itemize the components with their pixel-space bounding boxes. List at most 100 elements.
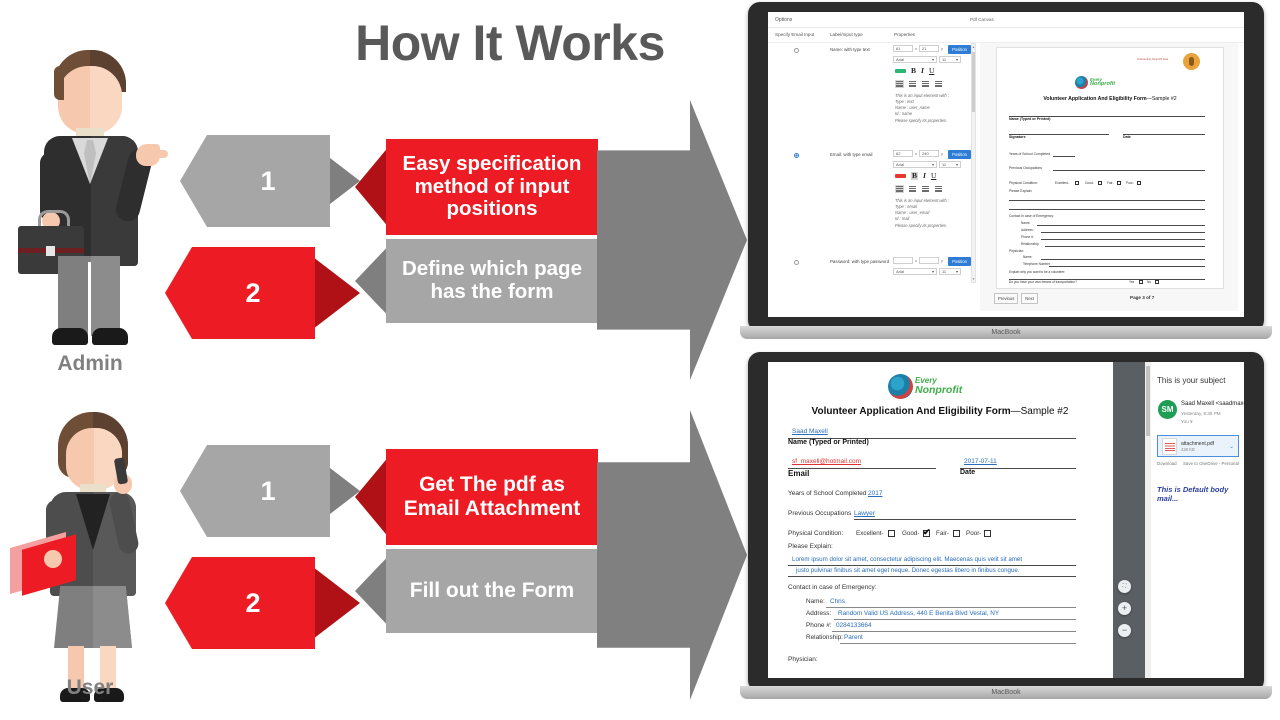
chevron-down-icon: ▾ [931, 57, 934, 62]
row-email-color-swatch[interactable] [895, 173, 906, 178]
viewer-emergency-relationship-line [840, 643, 1076, 644]
user-step-1-band[interactable]: Get The pdf as Email Attachment [386, 449, 598, 545]
row-email-radio[interactable] [794, 153, 799, 158]
pdf-doc-title-suffix: —Sample #2 [1146, 96, 1177, 102]
previous-page-button[interactable]: Previous [994, 293, 1019, 304]
pdf-checkbox-poor[interactable] [1137, 181, 1141, 185]
pdf-canvas-pane: Outstanding Nonprofit Seal Every Nonprof… [980, 43, 1238, 311]
viewer-checkbox-poor[interactable] [984, 530, 991, 537]
mail-download-link[interactable]: Download [1157, 461, 1177, 466]
admin-step-1-number-shape[interactable]: 1 [180, 135, 330, 227]
row-name-position-button[interactable]: Position [948, 45, 971, 54]
viewer-emergency-phone-line [832, 631, 1076, 632]
user-step-2-number-shape[interactable]: 2 [165, 557, 315, 649]
row-name-size-select[interactable]: 11 ▾ [939, 56, 961, 63]
pdf-transport-no-checkbox[interactable] [1155, 280, 1159, 284]
viewer-explain-line2: justo pulvinar finibus sit amet eget neq… [796, 567, 1020, 574]
pdf-checkbox-excellent[interactable] [1075, 181, 1079, 185]
viewer-physical-poor: Poor- [966, 530, 982, 537]
pdf-years-label: Years of School Completed [1009, 152, 1050, 156]
row-password-position-button[interactable]: Position [948, 257, 971, 266]
row-password-x-input[interactable] [893, 257, 913, 264]
viewer-checkbox-fair[interactable] [953, 530, 960, 537]
next-page-button[interactable]: Next [1021, 293, 1038, 304]
row-password-size-select[interactable]: 11 ▾ [939, 268, 961, 275]
pdf-logo: Every Nonprofit [1075, 76, 1115, 89]
align-right-icon[interactable] [921, 185, 930, 193]
row-name-font-select[interactable]: Arial ▾ [893, 56, 937, 63]
pdf-viewer-app: Every Nonprofit Volunteer Application An… [768, 362, 1244, 678]
chevron-down-icon[interactable]: ⌄ [1229, 443, 1234, 450]
row-email-font-select[interactable]: Arial ▾ [893, 161, 937, 168]
row-password-y-input[interactable] [919, 257, 939, 264]
viewer-emergency-name-label: Name: [806, 598, 825, 605]
align-justify-icon[interactable] [934, 80, 943, 88]
bold-icon[interactable]: B [911, 172, 919, 180]
align-justify-icon[interactable] [934, 185, 943, 193]
italic-icon[interactable]: I [921, 67, 924, 75]
pdf-checkbox-good[interactable] [1098, 181, 1102, 185]
row-password-properties: x y Position Arial ▾ 11 ▾ [893, 257, 971, 297]
admin-step-1-band[interactable]: Easy specification method of input posit… [386, 139, 598, 235]
viewer-emergency-address-value: Random Valid US Address, 440 E Benita Bl… [838, 610, 1000, 617]
row-name-radio[interactable] [794, 48, 799, 53]
pdf-checkbox-fair[interactable] [1117, 181, 1121, 185]
row-password-size-value: 11 [942, 269, 947, 274]
italic-icon[interactable]: I [923, 172, 926, 180]
row-email-y-input[interactable]: 240 [919, 150, 939, 157]
chevron-down-icon: ▾ [955, 57, 958, 62]
mail-attachment-card[interactable]: attachment.pdf 428 KB ⌄ [1157, 435, 1239, 457]
admin-shoe-right [92, 328, 128, 345]
editor-scrollbar-thumb[interactable] [972, 52, 975, 112]
align-left-icon[interactable] [895, 185, 904, 193]
user-step-2-band[interactable]: Fill out the Form [386, 549, 598, 633]
align-right-icon[interactable] [921, 80, 930, 88]
top-laptop: MacBook Options Pdf Canvas Specify Email… [740, 0, 1272, 346]
zoom-fit-button[interactable]: ⛶ [1118, 580, 1131, 593]
viewer-checkmark-icon: ✔ [923, 527, 931, 537]
row-name-y-input[interactable]: 21 [919, 45, 939, 52]
bold-icon[interactable]: B [911, 67, 916, 75]
row-email-position-button[interactable]: Position [948, 150, 971, 159]
zoom-out-button[interactable]: − [1118, 624, 1131, 637]
viewer-physical-label: Physical Condition: [788, 530, 844, 537]
pdf-date-line [1123, 134, 1205, 135]
mail-save-onedrive-link[interactable]: Save to OneDrive - Personal [1183, 461, 1239, 466]
editor-scrollbar[interactable]: ▴ ▾ [971, 43, 976, 283]
row-password-radio[interactable] [794, 260, 799, 265]
scroll-down-icon[interactable]: ▾ [972, 277, 975, 281]
row-email-size-select[interactable]: 11 ▾ [939, 161, 961, 168]
viewer-name-label: Name (Typed or Printed) [788, 439, 869, 446]
admin-step-2-number-shape[interactable]: 2 [165, 247, 315, 339]
viewer-occupations-value: Lawyer [854, 510, 875, 517]
row-name-x-input[interactable]: 61 [893, 45, 913, 52]
pdf-emergency-label: Contact in case of Emergency: [1009, 214, 1054, 218]
mail-recipients: You ¥ [1181, 419, 1193, 424]
pdf-transport-yes-checkbox[interactable] [1139, 280, 1143, 284]
coord-separator-y: y [941, 258, 943, 263]
admin-sideburn [54, 66, 64, 100]
viewer-checkbox-excellent[interactable] [888, 530, 895, 537]
scroll-up-icon[interactable]: ▴ [972, 45, 975, 49]
pdf-physician-phone-line [1049, 266, 1205, 267]
underline-icon[interactable]: U [929, 67, 934, 75]
row-name-color-swatch[interactable] [895, 68, 906, 73]
align-left-icon[interactable] [895, 80, 904, 88]
align-center-icon[interactable] [908, 80, 917, 88]
user-label: User [66, 676, 114, 699]
underline-icon[interactable]: U [931, 172, 936, 180]
row-name-label: Name: with type text [830, 47, 870, 52]
row-password-font-select[interactable]: Arial ▾ [893, 268, 937, 275]
pdf-emergency-name-line [1037, 225, 1205, 226]
admin-shoe-left [52, 328, 88, 345]
row-email-desc-4: Please specify its properties. [895, 222, 948, 228]
viewer-emergency-phone-label: Phone #: [806, 622, 832, 629]
row-email-x-input[interactable]: 62 [893, 150, 913, 157]
user-step-1-number-shape[interactable]: 1 [180, 445, 330, 537]
admin-step-2-band[interactable]: Define which page has the form [386, 239, 598, 323]
pdf-physician-label: Physician: [1009, 249, 1025, 253]
zoom-in-button[interactable]: + [1118, 602, 1131, 615]
align-center-icon[interactable] [908, 185, 917, 193]
pdf-occupations-label: Previous Occupations [1009, 166, 1042, 170]
mail-body: This is Default body mail... [1157, 485, 1229, 503]
